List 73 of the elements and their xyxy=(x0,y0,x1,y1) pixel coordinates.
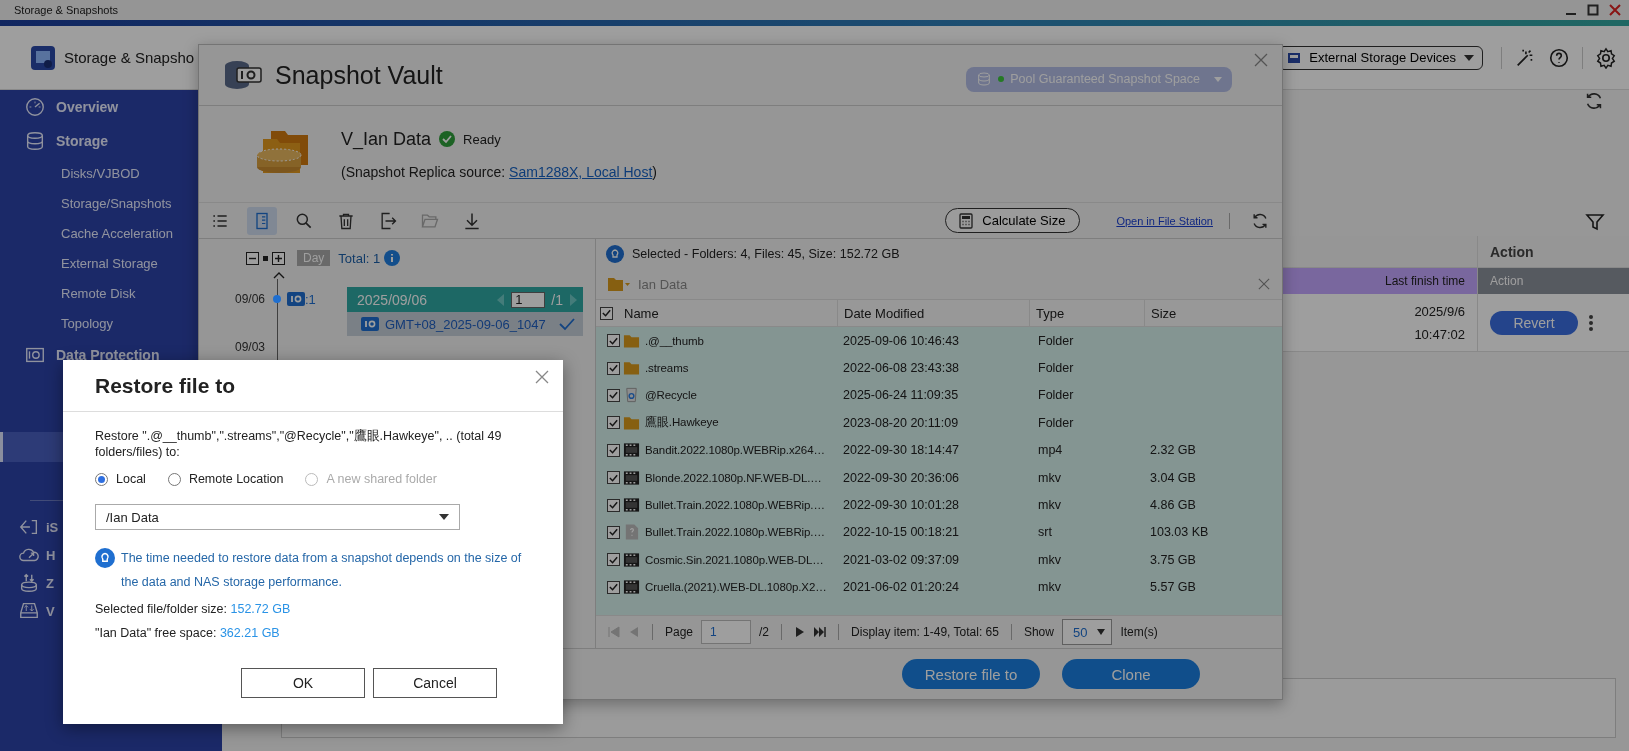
file-name: Bullet.Train.2022.1080p.WEBRip.… xyxy=(645,499,825,512)
section-label: Z xyxy=(46,575,54,591)
table-cell: mkv xyxy=(1038,552,1061,567)
file-name: 鷹眼.Hawkeye xyxy=(645,415,719,431)
folder-path: Ian Data xyxy=(638,276,688,292)
finish-time: 10:47:02 xyxy=(1414,326,1465,342)
file-name: Bandit.2022.1080p.WEBRip.x264… xyxy=(645,444,825,457)
volume-name: V_Ian Data xyxy=(341,128,432,150)
table-cell: 2.32 GB xyxy=(1150,443,1196,458)
table-cell: Folder xyxy=(1038,333,1074,348)
app-title: Storage & Snapsho xyxy=(64,49,195,66)
table-cell: Folder xyxy=(1038,361,1074,376)
show-label: Show xyxy=(1023,625,1054,639)
table-cell: 2025-06-24 11:09:35 xyxy=(843,388,959,403)
replica-source-text: (Snapshot Replica source: Sam1288X, Local Host) xyxy=(341,163,657,180)
card-date: 2025/09/06 xyxy=(357,291,428,308)
table-cell: 2022-10-15 00:18:21 xyxy=(843,525,960,540)
table-cell: mp4 xyxy=(1038,443,1063,458)
column-header: Action xyxy=(1477,268,1629,294)
date-label: 09/06 xyxy=(233,292,265,306)
free-space-text: "Ian Data" free space: 362.21 GB xyxy=(95,625,281,642)
section-label: Storage xyxy=(56,133,109,149)
table-cell: mkv xyxy=(1038,470,1061,485)
page-label: Page xyxy=(665,625,694,639)
table-cell: 2022-09-30 18:14:47 xyxy=(843,443,960,458)
file-name: Cruella.(2021).WEB-DL.1080p.X2… xyxy=(645,581,827,594)
column-header: Last finish time xyxy=(1383,273,1466,290)
status-text: Ready xyxy=(463,131,501,147)
table-cell: 4.86 GB xyxy=(1150,498,1196,513)
table-cell: srt xyxy=(1038,525,1052,540)
table-cell: mkv xyxy=(1038,498,1061,513)
window-title: Storage & Snapshots xyxy=(14,4,118,16)
table-cell: Folder xyxy=(1038,388,1074,403)
column-header: Action xyxy=(1477,236,1629,267)
display-count: Display item: 1-49, Total: 65 xyxy=(851,625,999,639)
table-cell: 2022-06-08 23:43:38 xyxy=(843,361,960,376)
table-cell: 2025-09-06 10:46:43 xyxy=(843,333,960,348)
date-label: 09/03 xyxy=(233,340,265,354)
file-name: @Recycle xyxy=(645,389,697,402)
window-title: Snapshot Vault xyxy=(275,60,443,90)
table-cell: 2022-09-30 10:01:28 xyxy=(843,498,960,513)
restore-note: The time needed to restore data from a snapshot depends on the size of the data and NAS storage performance. xyxy=(121,550,523,591)
section-label: iS xyxy=(46,519,59,535)
selection-summary: Selected - Folders: 4, Files: 45, Size: 152.72 GB xyxy=(632,247,900,261)
table-cell: 103.03 KB xyxy=(1150,525,1209,540)
table-cell: 3.04 GB xyxy=(1150,470,1196,485)
file-name: Blonde.2022.1080p.NF.WEB-DL.… xyxy=(645,471,822,484)
table-cell: 2022-09-30 20:36:06 xyxy=(843,470,960,485)
file-name: Bullet.Train.2022.1080p.WEBRip.… xyxy=(645,526,825,539)
snapshot-name: GMT+08_2025-09-06_1047 xyxy=(385,316,547,332)
file-name: .streams xyxy=(645,362,689,375)
table-cell: 2021-06-02 01:20:24 xyxy=(843,580,960,595)
finish-date: 2025/9/6 xyxy=(1414,303,1465,319)
snapshot-count: :1 xyxy=(305,291,316,307)
dialog-title: Restore file to xyxy=(95,373,236,398)
file-name: Cosmic.Sin.2021.1080p.WEB-DL… xyxy=(645,553,824,566)
table-cell: mkv xyxy=(1038,580,1061,595)
table-cell: 5.57 GB xyxy=(1150,580,1196,595)
page-total: /1 xyxy=(551,291,563,308)
table-cell: 2023-08-20 20:11:09 xyxy=(843,415,959,430)
total-count: Total: 1 xyxy=(338,250,381,266)
file-name: .@__thumb xyxy=(645,334,704,347)
section-label: V xyxy=(46,603,55,619)
table-cell: Folder xyxy=(1038,415,1074,430)
section-label: Data Protection xyxy=(56,347,160,363)
table-cell: 3.75 GB xyxy=(1150,552,1196,567)
section-label: H xyxy=(46,547,56,563)
items-label: Item(s) xyxy=(1120,625,1158,639)
selected-size-text: Selected file/folder size: 152.72 GB xyxy=(95,601,292,618)
table-cell: 2021-03-02 09:37:09 xyxy=(843,552,960,567)
page-total: /2 xyxy=(759,625,770,639)
section-label: Overview xyxy=(56,99,119,115)
restore-message: Restore ".@__thumb",".streams","@Recycle","鷹眼.Hawkeye", .. (total 49 folders/files) to: xyxy=(95,428,503,460)
